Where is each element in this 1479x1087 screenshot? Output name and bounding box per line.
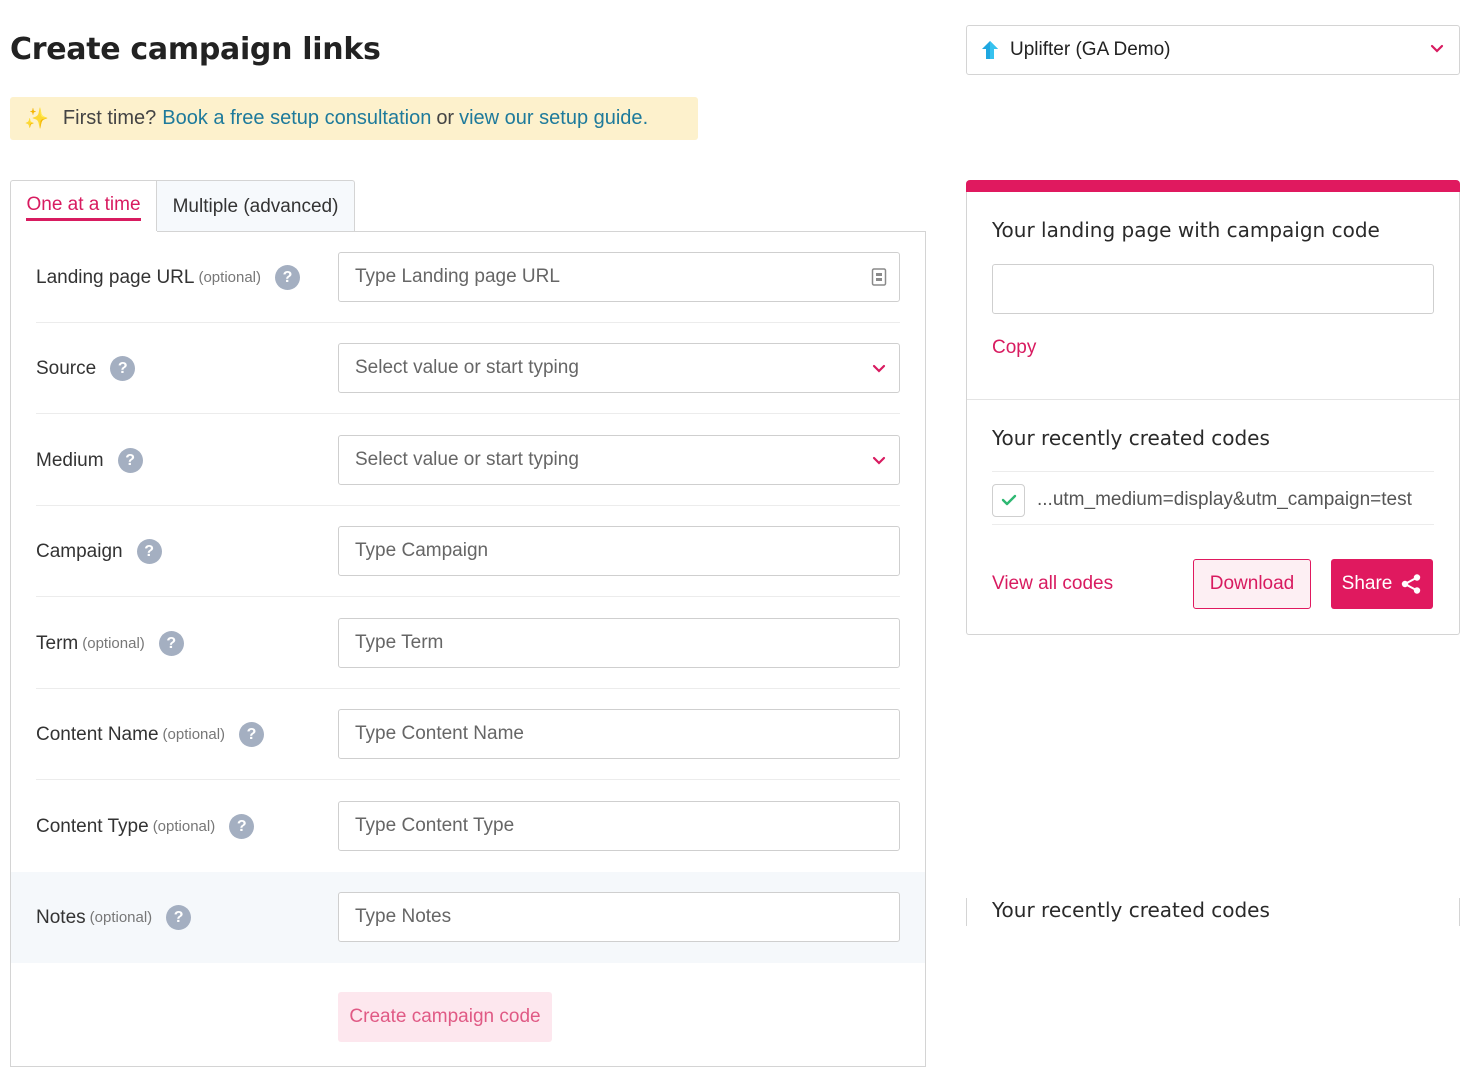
form-row-content-name: Content Name (optional) ? Type Content N…	[11, 689, 925, 780]
campaign-code-output[interactable]	[992, 264, 1434, 314]
setup-banner: ✨ First time? Book a free setup consulta…	[10, 97, 698, 140]
form-row-term: Term (optional) ? Type Term	[11, 598, 925, 689]
tab-multiple-advanced[interactable]: Multiple (advanced)	[156, 180, 355, 232]
banner-suffix: .	[642, 107, 649, 129]
sparkle-icon: ✨	[24, 108, 49, 130]
source-select[interactable]: Select value or start typing	[338, 343, 900, 393]
list-item: ...utm_medium=display&utm_campaign=test	[992, 482, 1434, 518]
uplifter-logo-icon	[982, 41, 998, 59]
form-row-content-type: Content Type (optional) ? Type Content T…	[11, 781, 925, 872]
chevron-down-icon	[872, 364, 886, 373]
code-checkbox[interactable]	[992, 483, 1025, 517]
form-row-landing-page-url: Landing page URL (optional) ? Type Landi…	[11, 232, 925, 323]
account-select[interactable]: Uplifter (GA Demo)	[966, 25, 1460, 75]
tab-one-at-a-time[interactable]: One at a time	[10, 180, 156, 233]
recent-code-text[interactable]: ...utm_medium=display&utm_campaign=test	[1037, 489, 1412, 511]
recent-codes-heading: Your recently created codes	[992, 426, 1270, 450]
field-label: Campaign	[36, 540, 123, 562]
result-panel: Your landing page with campaign code Cop…	[966, 180, 1460, 635]
optional-tag: (optional)	[89, 909, 153, 926]
field-label: Landing page URL	[36, 266, 195, 288]
recent-codes-section: Your recently created codes	[966, 898, 1460, 926]
help-icon[interactable]: ?	[229, 814, 255, 839]
chevron-down-icon	[1430, 44, 1444, 53]
copy-link[interactable]: Copy	[992, 337, 1036, 359]
check-icon	[1001, 494, 1016, 506]
help-icon[interactable]: ?	[275, 265, 301, 290]
mode-tabs: One at a time Multiple (advanced)	[10, 180, 355, 233]
optional-tag: (optional)	[82, 635, 145, 652]
create-campaign-code-button[interactable]: Create campaign code	[338, 992, 552, 1042]
help-icon[interactable]: ?	[110, 356, 136, 381]
banner-prefix: First time?	[62, 107, 157, 129]
form-row-campaign: Campaign ? Type Campaign	[11, 506, 925, 597]
field-label: Source	[36, 357, 97, 379]
book-consultation-link[interactable]: Book a free setup consultation	[162, 107, 431, 130]
account-name: Uplifter (GA Demo)	[1010, 39, 1171, 60]
notes-input[interactable]: Type Notes	[338, 892, 900, 942]
field-label: Medium	[36, 449, 104, 471]
form-row-source: Source ? Select value or start typing	[11, 323, 925, 414]
clipboard-icon[interactable]	[871, 267, 887, 287]
help-icon[interactable]: ?	[117, 448, 143, 473]
help-icon[interactable]: ?	[239, 722, 265, 747]
form-row-medium: Medium ? Select value or start typing	[11, 415, 925, 506]
field-label: Term	[36, 632, 79, 654]
view-all-codes-link[interactable]: View all codes	[992, 573, 1113, 595]
help-icon[interactable]: ?	[158, 631, 184, 656]
content-type-input[interactable]: Type Content Type	[338, 801, 900, 851]
term-input[interactable]: Type Term	[338, 618, 900, 668]
campaign-form: Landing page URL (optional) ? Type Landi…	[10, 231, 926, 1067]
share-icon	[1402, 574, 1421, 594]
form-row-notes: Notes (optional) ? Type Notes	[11, 872, 925, 963]
optional-tag: (optional)	[162, 726, 226, 743]
setup-guide-link[interactable]: view our setup guide	[459, 107, 642, 130]
optional-tag: (optional)	[152, 818, 216, 835]
recent-codes-heading: Your recently created codes	[992, 898, 1270, 922]
field-label: Content Name	[36, 723, 159, 745]
landing-page-code-heading: Your landing page with campaign code	[992, 218, 1380, 242]
field-label: Notes	[36, 906, 86, 928]
help-icon[interactable]: ?	[136, 539, 162, 564]
optional-tag: (optional)	[198, 269, 262, 286]
banner-middle: or	[436, 107, 455, 129]
field-label: Content Type	[36, 815, 149, 837]
share-button[interactable]: Share	[1331, 559, 1433, 609]
content-name-input[interactable]: Type Content Name	[338, 709, 900, 759]
medium-select[interactable]: Select value or start typing	[338, 435, 900, 485]
chevron-down-icon	[872, 456, 886, 465]
campaign-input[interactable]: Type Campaign	[338, 526, 900, 576]
download-button[interactable]: Download	[1193, 559, 1311, 609]
landing-page-url-input[interactable]: Type Landing page URL	[338, 252, 900, 302]
help-icon[interactable]: ?	[166, 905, 192, 930]
page-title: Create campaign links	[10, 32, 381, 67]
accent-bar	[966, 180, 1460, 192]
